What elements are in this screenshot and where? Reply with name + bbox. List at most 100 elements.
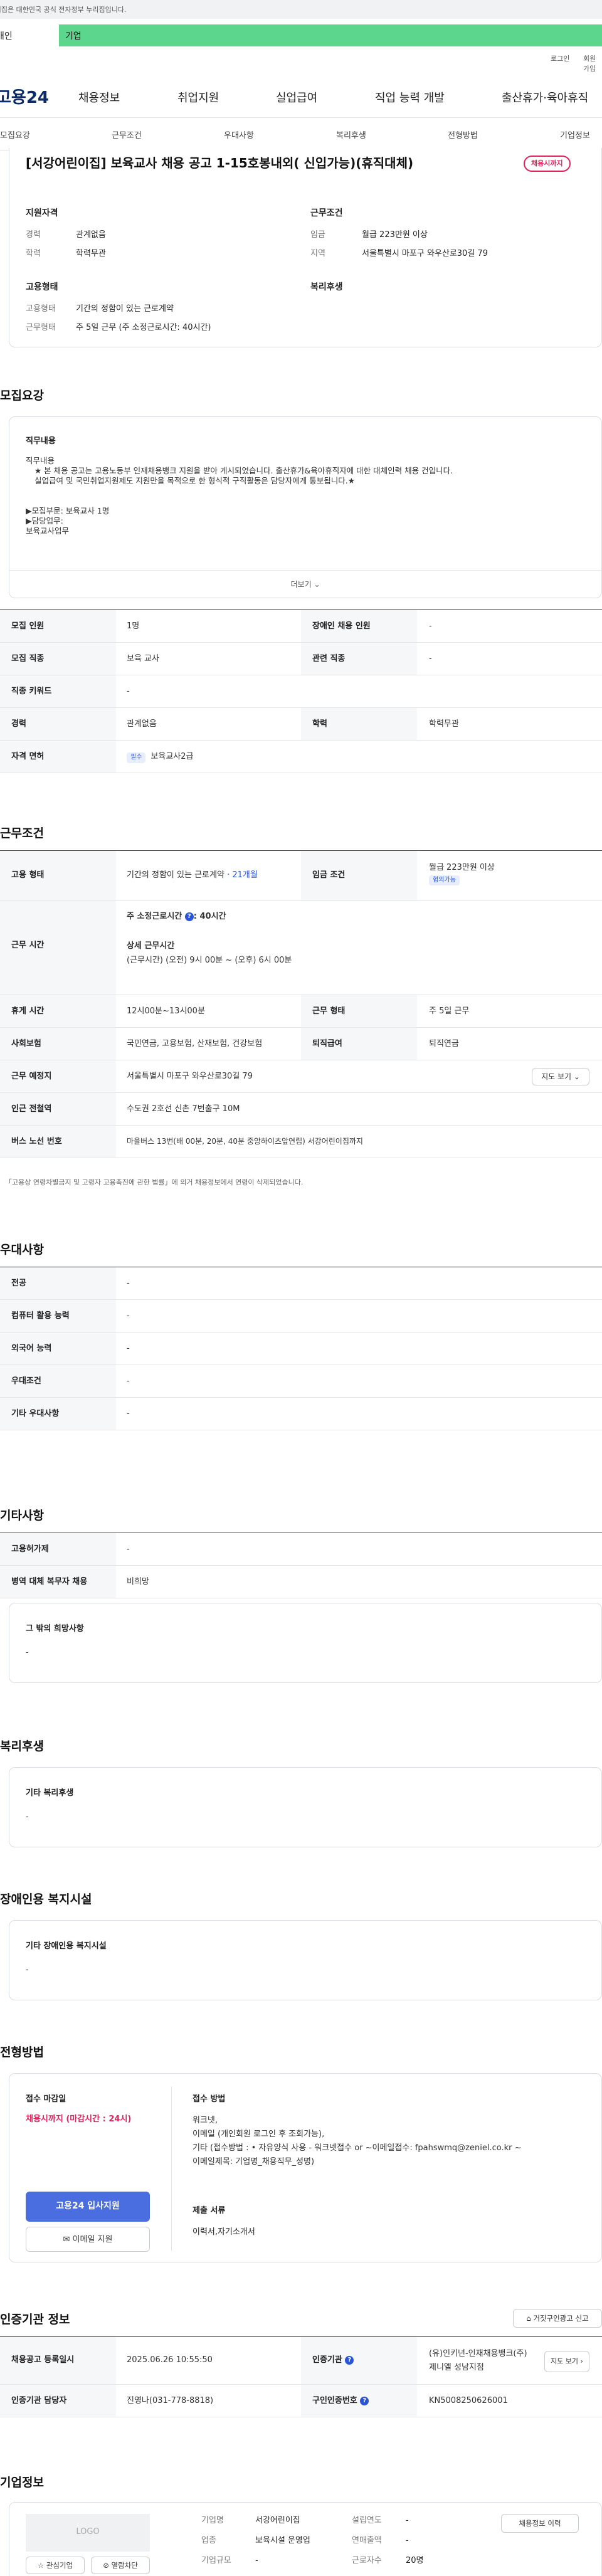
etc-box: 그 밖의 희망사항 - [9,1603,602,1683]
cond-heading: 근무조건 [310,208,343,218]
negotiable-tag: 협의가능 [429,875,460,886]
table-row: 휴게 시간 12시00분~13시00분 근무 형태 주 5일 근무 [0,995,602,1028]
region-label: 지역 [310,249,325,258]
etc-heading: 기타사항 [0,1509,44,1523]
duty-line: 실업급여 및 국민취업지원제도 지원만을 목적으로 한 형식적 구직활동은 담당… [34,476,355,485]
status-badge: 채용시까지 [524,156,571,172]
work-heading: 근무조건 [0,826,44,840]
nav-job-info[interactable]: 채용정보 [78,90,120,107]
info-icon[interactable]: ? [184,912,194,921]
gov-banner-text: 이 누리집은 대한민국 공식 전자정부 누리집입니다. [0,6,127,14]
nav-parental-leave[interactable]: 출산휴가·육아휴직 [502,90,588,107]
disability-box: 기타 장애인용 복지시설 - [9,1920,602,2000]
nav-skill-development[interactable]: 직업 능력 개발 [375,90,445,107]
duty-line: 보육교사업무 [26,526,70,536]
etc-table: 고용허가제 - 병역 대체 복무자 채용 비희망 [0,1533,602,1598]
duty-line [26,496,453,506]
info-icon[interactable]: ? [345,2355,354,2365]
cert-heading: 인증기관 정보 [0,2313,70,2326]
table-row: 고용 형태 기간의 정함이 있는 근로계약 · 21개월 임금 조건 월급 22… [0,851,602,901]
table-row: 채용공고 등록일시 2025.06.26 10:55:50 인증기관 ? (유)… [0,2337,602,2385]
table-row: 외국어 능력 - [0,1333,602,1365]
chevron-down-icon: ⌄ [573,1072,580,1081]
map-button[interactable]: 지도 보기 ⌄ [532,1068,589,1085]
qual-heading: 지원자격 [26,208,58,218]
edu-label: 학력 [26,249,41,258]
table-row: 버스 노선 번호 마을버스 13번(배 00분, 20분, 40분 중앙하이츠앞… [0,1126,602,1158]
wage-value: 월급 223만원 이상 [362,230,428,240]
duty-line: ★ 본 채용 공고는 고용노동부 인재채용뱅크 지원을 받아 게시되었습니다. … [34,466,453,475]
table-row: 사회보험 국민연금, 고용보험, 산재보험, 건강보험 퇴직급여 퇴직연금 [0,1028,602,1060]
cert-table: 채용공고 등록일시 2025.06.26 10:55:50 인증기관 ? (유)… [0,2336,602,2417]
gov-banner: 이 누리집은 대한민국 공식 전자정부 누리집입니다. [0,0,602,19]
star-icon: ☆ [37,2561,45,2570]
job-history-button[interactable]: 채용정보 이력 [501,2514,579,2533]
nav-unemployment-benefit[interactable]: 실업급여 [276,90,317,107]
signup-link[interactable]: 회원가입 [583,54,602,74]
license-value: 보육교사2급 [150,752,194,761]
report-fake-ad-button[interactable]: ⌂ 거짓구인광고 신고 [513,2309,602,2328]
edu-value: 학력무관 [76,249,106,258]
table-row: 근무 시간 주 소정근로시간 ?: 40시간 상세 근무시간 (근무시간) (오… [0,901,602,995]
login-link[interactable]: 로그인 [551,54,569,64]
info-icon[interactable]: ? [360,2396,369,2405]
job-summary-card: [서강어린이집] 보육교사 채용 공고 1-15호봉내외( 신입가능)(휴직대체… [9,148,602,347]
welfare-summary-heading: 복리후생 [310,282,343,292]
anchor-work[interactable]: 근무조건 [112,130,142,142]
apply-button[interactable]: 고용24 입사지원 [26,2192,150,2222]
career-value: 관계없음 [76,230,106,240]
block-view-button[interactable]: ⊘ 열람차단 [91,2557,150,2574]
table-row: 모집 직종 보육 교사 관련 직종 - [0,643,602,675]
recruit-table: 모집 인원 1명 장애인 채용 인원 - 모집 직종 보육 교사 관련 직종 -… [0,610,602,773]
apply-methods: 워크넷, 이메일 (개인회원 로그인 후 조회가능), 기타 (접수방법 : •… [193,2116,522,2167]
email-apply-button[interactable]: ✉ 이메일 지원 [26,2227,150,2252]
tab-company[interactable]: 기업 [59,24,602,46]
work-form-label: 근무형태 [26,323,56,332]
deadline-value: 채용시까지 (마감시간 : 24시) [26,2114,132,2124]
work-table: 고용 형태 기간의 정함이 있는 근로계약 · 21개월 임금 조건 월급 22… [0,850,602,1158]
table-row: 직종 키워드 - [0,675,602,708]
selection-heading: 전형방법 [0,2045,44,2059]
region-value: 서울특별시 마포구 와우산로30길 79 [362,249,488,258]
table-row: 경력 관계없음 학력 학력무관 [0,708,602,741]
anchor-preference[interactable]: 우대사항 [224,130,254,142]
table-row: 컴퓨터 활용 능력 - [0,1300,602,1333]
main-nav: 고용24 채용정보 취업지원 실업급여 직업 능력 개발 출산휴가·육아휴직 [0,74,602,118]
duty-box-title: 직무내용 [26,436,56,446]
selection-box: 접수 마감일 채용시까지 (마감시간 : 24시) 고용24 입사지원 ✉ 이메… [9,2073,602,2262]
job-title: [서강어린이집] 보육교사 채용 공고 1-15호봉내외( 신입가능)(휴직대체… [26,156,414,171]
emp-heading: 고용형태 [26,282,58,292]
table-row: 모집 인원 1명 장애인 채용 인원 - [0,610,602,643]
section-anchor-nav: 모집요강 근무조건 우대사항 복리후생 전형방법 기업정보 [0,122,602,150]
table-row: 병역 대체 복무자 채용 비희망 [0,1566,602,1598]
anchor-company[interactable]: 기업정보 [560,130,590,142]
emp-type-value: 기간의 정함이 있는 근로계약 [76,304,174,314]
welfare-box: 기타 복리후생 - [9,1767,602,1847]
company-logo: LOGO [26,2514,150,2552]
recruit-heading: 모집요강 [0,389,44,403]
chevron-right-icon: › [580,2357,583,2365]
home-icon: ⌂ [526,2314,531,2323]
table-row: 근무 예정지 서울특별시 마포구 와우산로30길 79 지도 보기 ⌄ [0,1060,602,1093]
anchor-recruit[interactable]: 모집요강 [0,130,30,142]
cert-map-button[interactable]: 지도 보기 › [544,2351,589,2372]
duty-line [26,486,453,496]
work-form-value: 주 5일 근무 (주 소정근로시간: 40시간) [76,323,211,332]
table-row: 기타 우대사항 - [0,1398,602,1430]
disability-heading: 장애인용 복지시설 [0,1892,92,1906]
duty-line: 직무내용 [26,456,55,465]
table-row: 자격 면허 필수 보육교사2급 [0,741,602,773]
tab-personal[interactable]: 개인 [0,24,59,46]
more-button[interactable]: 더보기 ⌄ [9,570,601,599]
table-row: 인증기관 담당자 진영나(031-778-8818) 구인인증번호 ? KN50… [0,2385,602,2417]
anchor-selection[interactable]: 전형방법 [448,130,478,142]
site-logo[interactable]: 고용24 [0,87,53,110]
nav-employment-support[interactable]: 취업지원 [177,90,219,107]
age-note: 「고용상 연령차별금지 및 고령자 고용촉진에 관한 법률」에 의거 채용정보에… [5,1178,304,1186]
mail-icon: ✉ [63,2235,70,2244]
welfare-heading: 복리후생 [0,1739,44,1753]
divider [171,2086,172,2251]
interest-company-button[interactable]: ☆ 관심기업 [26,2557,85,2574]
anchor-welfare[interactable]: 복리후생 [336,130,366,142]
table-row: 우대조건 - [0,1365,602,1398]
